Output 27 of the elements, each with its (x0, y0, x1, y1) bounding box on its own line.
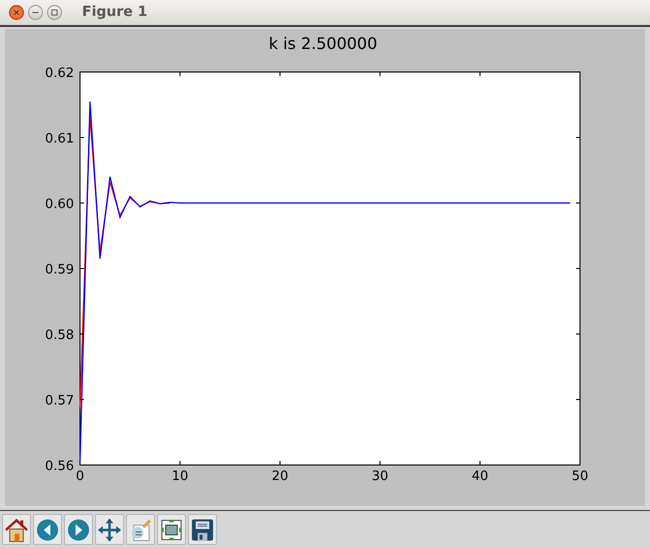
save-button[interactable] (188, 514, 217, 545)
x-tick-label: 0 (76, 469, 84, 484)
y-tick-label: 0.58 (45, 328, 74, 343)
x-tick-label: 50 (572, 469, 588, 484)
x-tick-label: 30 (372, 469, 388, 484)
forward-button[interactable] (64, 514, 93, 545)
move-icon (97, 516, 122, 542)
subplots-button[interactable] (157, 514, 186, 545)
y-tick-label: 0.56 (45, 459, 74, 474)
x-tick-label: 10 (172, 469, 188, 484)
maximize-button[interactable] (47, 5, 62, 20)
home-button[interactable] (2, 514, 31, 545)
minimize-button[interactable] (28, 5, 43, 20)
window-title: Figure 1 (82, 3, 148, 22)
y-tick-label: 0.57 (45, 394, 74, 408)
home-icon (4, 516, 29, 542)
y-tick-label: 0.61 (45, 132, 74, 146)
back-button[interactable] (33, 514, 62, 545)
pan-button[interactable] (95, 514, 124, 545)
x-tick-label: 40 (472, 469, 488, 484)
y-tick-label: 0.60 (45, 197, 74, 212)
close-button[interactable] (9, 5, 24, 20)
x-tick-label: 20 (272, 469, 288, 484)
y-tick-label: 0.59 (45, 262, 74, 278)
y-tick-label: 0.62 (45, 66, 74, 81)
chart-title: k is 2.500000 (268, 34, 378, 53)
subplots-icon (159, 516, 184, 542)
